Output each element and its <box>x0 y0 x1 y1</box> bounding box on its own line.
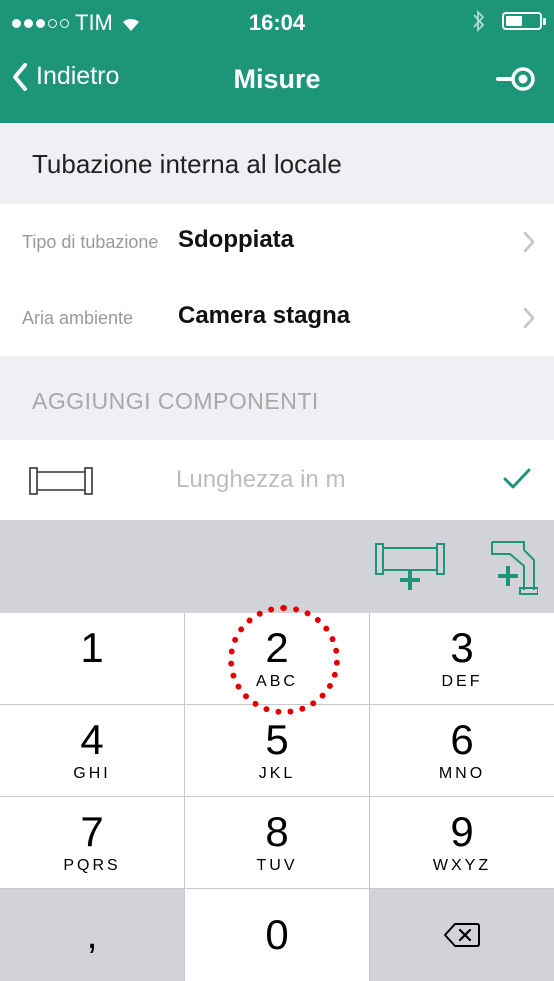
key-number: 6 <box>450 715 474 763</box>
add-components-title: AGGIUNGI COMPONENTI <box>32 388 319 414</box>
key-4[interactable]: 4 GHI <box>0 705 184 796</box>
key-letters: PQRS <box>63 856 121 874</box>
section-title: Tubazione interna al locale <box>32 149 342 179</box>
battery-icon <box>502 12 546 30</box>
ambient-air-row[interactable]: Aria ambiente Camera stagna <box>0 280 554 356</box>
checkmark-icon[interactable] <box>502 466 532 492</box>
length-input-row <box>0 440 554 520</box>
key-number: 4 <box>80 715 104 763</box>
pipe-type-label: Tipo di tubazione <box>22 232 159 252</box>
key-8[interactable]: 8 TUV <box>185 797 369 888</box>
key-3[interactable]: 3 DEF <box>370 613 554 704</box>
navigation-bar: Indietro Misure <box>0 42 554 123</box>
key-7[interactable]: 7 PQRS <box>0 797 184 888</box>
key-letters: TUV <box>256 856 298 874</box>
key-letters: JKL <box>258 764 296 782</box>
pipe-connector-icon[interactable] <box>496 64 536 94</box>
status-bar: TIM 16:04 <box>0 0 554 42</box>
key-delete[interactable] <box>370 889 554 981</box>
add-elbow-pipe-icon[interactable] <box>488 536 538 596</box>
keyboard-toolbar <box>0 520 554 613</box>
key-1[interactable]: 1 <box>0 613 184 704</box>
chevron-right-icon <box>523 231 535 253</box>
key-letters: DEF <box>441 672 483 690</box>
bluetooth-icon <box>473 9 485 33</box>
key-number: 8 <box>265 807 289 855</box>
key-number: 7 <box>80 807 104 855</box>
key-letters: MNO <box>438 764 486 782</box>
key-6[interactable]: 6 MNO <box>370 705 554 796</box>
app-header: TIM 16:04 Indietro Misure <box>0 0 554 123</box>
key-letters: WXYZ <box>432 856 492 874</box>
chevron-right-icon <box>523 307 535 329</box>
ambient-air-label: Aria ambiente <box>22 308 134 328</box>
page-title: Misure <box>233 64 321 94</box>
straight-pipe-icon <box>29 467 93 495</box>
key-5[interactable]: 5 JKL <box>185 705 369 796</box>
add-components-header: AGGIUNGI COMPONENTI <box>0 356 554 440</box>
length-input[interactable] <box>176 460 466 500</box>
key-number: 9 <box>450 807 474 855</box>
key-letters: GHI <box>73 764 111 782</box>
status-time: 16:04 <box>248 10 306 35</box>
section-header: Tubazione interna al locale <box>0 123 554 204</box>
key-comma[interactable]: , <box>0 889 184 981</box>
key-letters: ABC <box>256 672 298 690</box>
pipe-type-value: Sdoppiata <box>178 226 295 253</box>
key-9[interactable]: 9 WXYZ <box>370 797 554 888</box>
numeric-keypad: 1 2 ABC 3 DEF 4 GHI 5 JKL 6 MNO 7 PQRS 8… <box>0 613 554 981</box>
key-number: 2 <box>265 623 289 671</box>
ambient-air-value: Camera stagna <box>178 302 351 329</box>
key-number: 5 <box>265 715 289 763</box>
key-0[interactable]: 0 <box>185 889 369 981</box>
key-number: 1 <box>80 623 104 671</box>
key-number: 3 <box>450 623 474 671</box>
pipe-type-row[interactable]: Tipo di tubazione Sdoppiata <box>0 204 554 280</box>
key-number: 0 <box>265 911 289 958</box>
backspace-icon <box>444 923 480 947</box>
key-2[interactable]: 2 ABC <box>185 613 369 704</box>
add-straight-pipe-icon[interactable] <box>374 538 446 594</box>
key-number: , <box>86 913 98 957</box>
